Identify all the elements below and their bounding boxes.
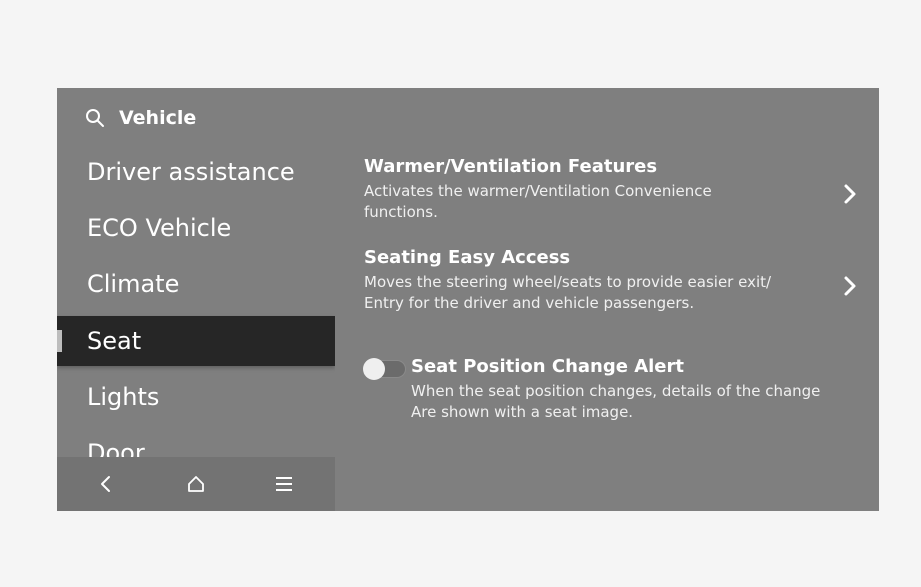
- sidebar-item-label: Driver assistance: [87, 158, 295, 186]
- back-icon: [101, 476, 110, 492]
- sidebar-item-eco-vehicle[interactable]: ECO Vehicle: [57, 203, 335, 253]
- bottom-navigation-bar: [57, 457, 335, 511]
- page-title: Vehicle: [119, 107, 197, 129]
- item-title: Seating Easy Access: [364, 247, 571, 268]
- home-button[interactable]: [183, 471, 209, 497]
- sidebar-item-seat[interactable]: Seat: [57, 316, 335, 366]
- toggle-knob: [363, 358, 385, 380]
- chevron-right-icon: [844, 276, 856, 296]
- vehicle-settings-screen: Vehicle Driver assistance ECO Vehicle Cl…: [57, 88, 879, 511]
- sidebar-item-climate[interactable]: Climate: [57, 259, 335, 309]
- back-button[interactable]: [93, 471, 119, 497]
- search-icon: [86, 109, 104, 127]
- item-description: When the seat position changes, details …: [411, 382, 821, 421]
- sidebar-item-label: Seat: [87, 327, 142, 355]
- sidebar-item-driver-assistance[interactable]: Driver assistance: [57, 147, 335, 197]
- home-icon: [188, 476, 204, 492]
- settings-content: Warmer/Ventilation Features Activates th…: [363, 88, 879, 511]
- item-title: Warmer/Ventilation Features: [364, 156, 658, 177]
- menu-icon: [276, 477, 292, 491]
- warmer-ventilation-features-item[interactable]: Warmer/Ventilation Features Activates th…: [364, 156, 879, 223]
- sidebar-item-label: ECO Vehicle: [87, 214, 232, 242]
- seating-easy-access-item[interactable]: Seating Easy Access Moves the steering w…: [364, 247, 879, 314]
- chevron-right-icon: [844, 184, 856, 204]
- sidebar-item-lights[interactable]: Lights: [57, 372, 335, 422]
- sidebar-item-label: Climate: [87, 270, 180, 298]
- menu-button[interactable]: [271, 471, 297, 497]
- sidebar: Driver assistance ECO Vehicle Climate Se…: [57, 144, 335, 511]
- item-description: Activates the warmer/Ventilation Conveni…: [364, 182, 712, 221]
- header[interactable]: Vehicle: [85, 104, 196, 132]
- seat-position-alert-toggle[interactable]: [363, 358, 406, 380]
- item-description: Moves the steering wheel/seats to provid…: [364, 273, 772, 312]
- sidebar-item-label: Lights: [87, 383, 160, 411]
- seat-position-change-alert-item[interactable]: Seat Position Change Alert When the seat…: [411, 356, 879, 423]
- item-title: Seat Position Change Alert: [411, 356, 684, 377]
